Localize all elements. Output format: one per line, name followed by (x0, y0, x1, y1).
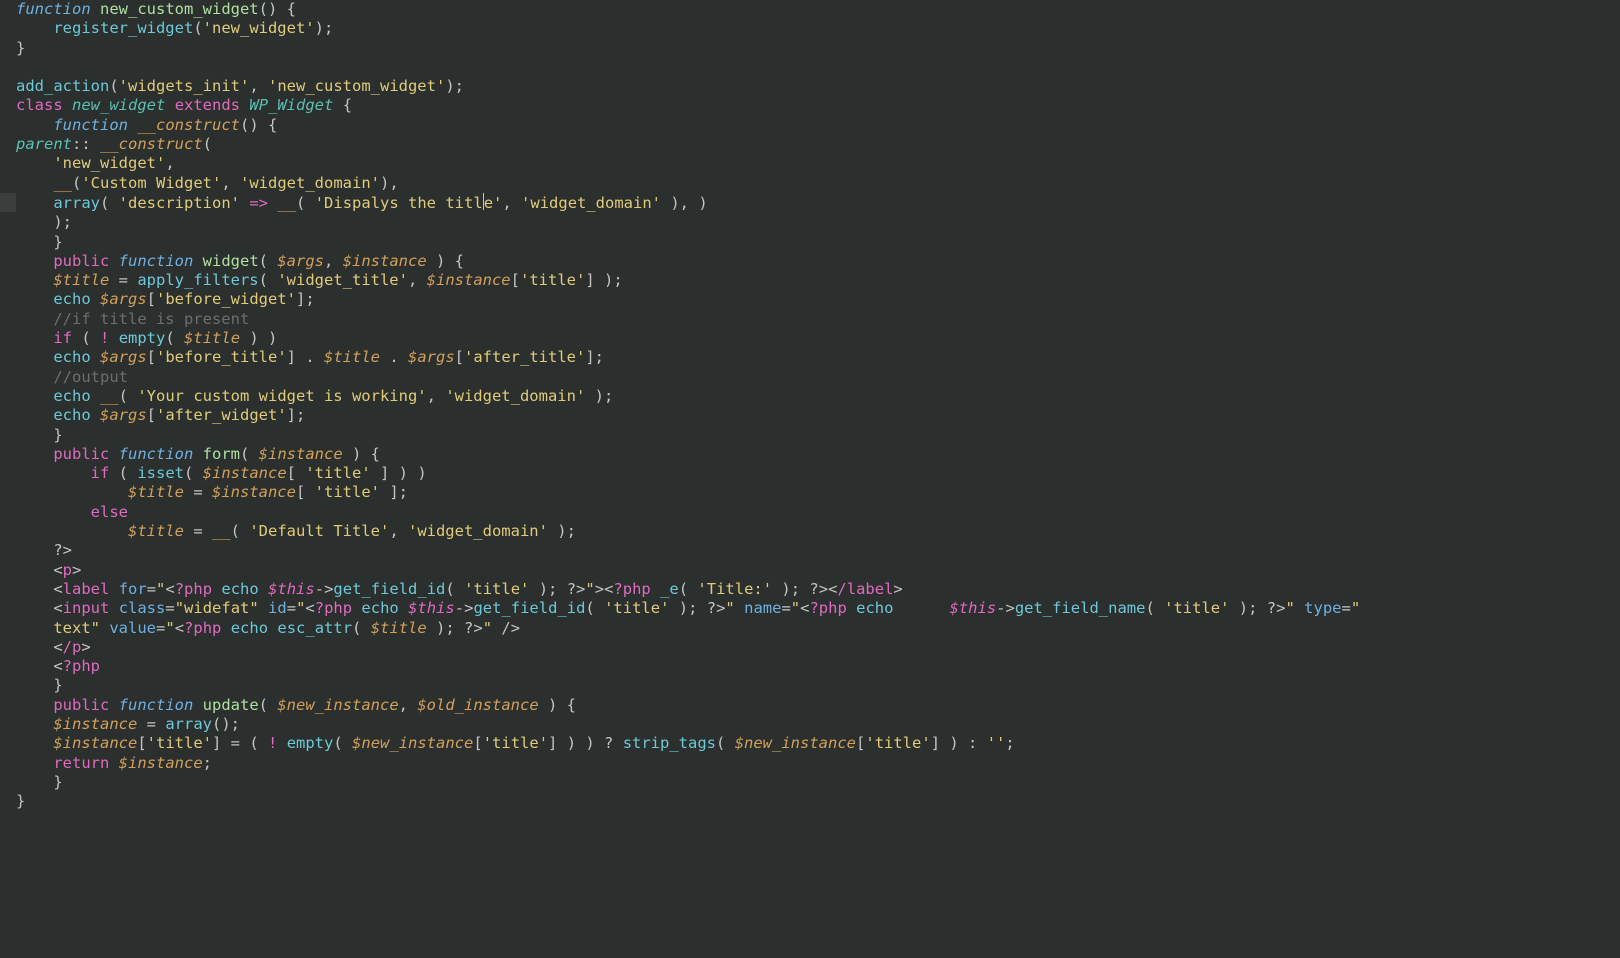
editor-gutter (0, 0, 16, 958)
current-line-indicator (0, 193, 16, 212)
code-editor[interactable]: function new_custom_widget() { register_… (16, 0, 1360, 811)
